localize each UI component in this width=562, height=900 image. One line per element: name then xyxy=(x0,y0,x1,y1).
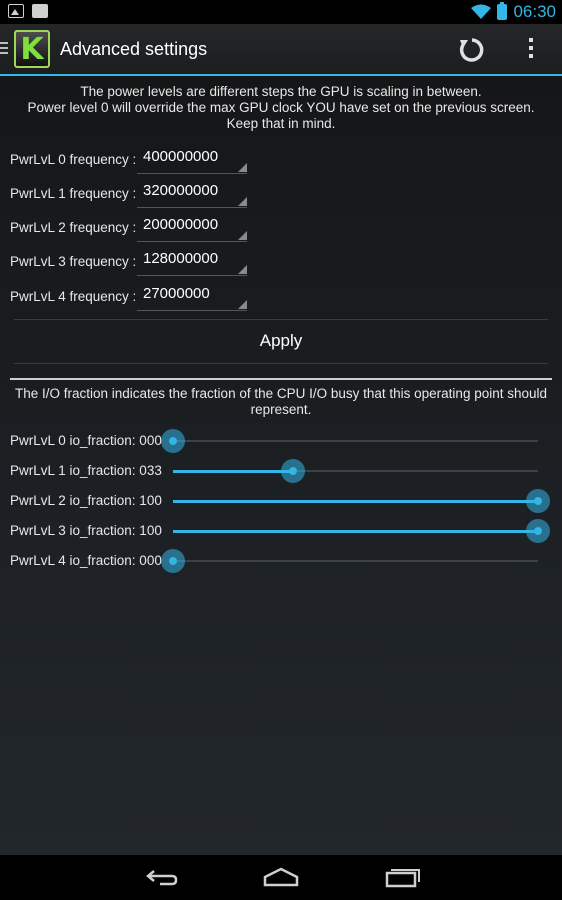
app-logo[interactable]: K xyxy=(14,30,50,68)
frequency-value: 320000000 xyxy=(143,182,219,199)
slider-thumb[interactable] xyxy=(526,489,550,513)
io-fraction-row: PwrLvL 4 io_fraction: 000 xyxy=(10,546,552,576)
apply-button[interactable]: Apply xyxy=(14,319,548,363)
slider-thumb[interactable] xyxy=(161,549,185,573)
io-fraction-description: The I/O fraction indicates the fraction … xyxy=(14,386,548,417)
frequency-input-2[interactable]: 200000000 xyxy=(137,214,247,242)
slider-fill xyxy=(173,529,538,533)
frequency-value: 27000000 xyxy=(143,285,210,302)
io-fraction-row: PwrLvL 0 io_fraction: 000 xyxy=(10,426,552,456)
frequency-value: 200000000 xyxy=(143,216,219,233)
io-fraction-slider-2[interactable] xyxy=(173,489,550,513)
io-fraction-row: PwrLvL 1 io_fraction: 033 xyxy=(10,456,552,486)
frequency-label: PwrLvL 0 frequency : xyxy=(10,152,137,167)
bag-icon xyxy=(32,4,48,18)
frequency-value: 400000000 xyxy=(143,148,219,165)
recent-apps-icon[interactable] xyxy=(382,863,422,891)
page-title: Advanced settings xyxy=(60,39,208,59)
io-fraction-label: PwrLvL 1 io_fraction: 033 xyxy=(10,463,162,478)
io-fraction-row: PwrLvL 2 io_fraction: 100 xyxy=(10,486,552,516)
io-fraction-slider-0[interactable] xyxy=(161,429,538,453)
io-fraction-slider-1[interactable] xyxy=(173,459,538,483)
divider xyxy=(14,363,548,364)
clock: 06:30 xyxy=(513,2,556,21)
power-levels-description: The power levels are different steps the… xyxy=(14,84,548,132)
action-bar: K Advanced settings xyxy=(0,24,562,74)
image-icon xyxy=(8,4,24,18)
frequency-label: PwrLvL 3 frequency : xyxy=(10,254,137,269)
io-fraction-label: PwrLvL 4 io_fraction: 000 xyxy=(10,553,162,568)
status-bar: 06:30 xyxy=(0,0,562,24)
io-fraction-row: PwrLvL 3 io_fraction: 100 xyxy=(10,516,552,546)
slider-fill xyxy=(173,499,538,503)
back-icon[interactable] xyxy=(142,863,182,891)
slider-fill xyxy=(173,469,294,473)
frequency-input-3[interactable]: 128000000 xyxy=(137,248,247,276)
io-fraction-label: PwrLvL 0 io_fraction: 000 xyxy=(10,433,162,448)
battery-icon xyxy=(497,2,508,20)
frequency-label: PwrLvL 1 frequency : xyxy=(10,186,137,201)
refresh-icon[interactable] xyxy=(458,36,486,64)
wifi-icon xyxy=(471,4,492,19)
power-levels-description-line1: The power levels are different steps the… xyxy=(80,84,482,99)
section-divider xyxy=(10,378,552,380)
frequency-input-4[interactable]: 27000000 xyxy=(137,283,247,311)
frequency-label: PwrLvL 4 frequency : xyxy=(10,289,137,304)
frequency-value: 128000000 xyxy=(143,250,219,267)
slider-thumb[interactable] xyxy=(526,519,550,543)
io-fraction-label: PwrLvL 2 io_fraction: 100 xyxy=(10,493,162,508)
settings-content[interactable]: The power levels are different steps the… xyxy=(0,76,562,855)
frequency-input-0[interactable]: 400000000 xyxy=(137,146,247,174)
overflow-menu-icon[interactable] xyxy=(524,38,538,62)
navigation-bar xyxy=(0,855,562,900)
slider-thumb[interactable] xyxy=(161,429,185,453)
home-icon[interactable] xyxy=(261,863,301,891)
io-fraction-label: PwrLvL 3 io_fraction: 100 xyxy=(10,523,162,538)
frequency-label: PwrLvL 2 frequency : xyxy=(10,220,137,235)
io-fraction-slider-4[interactable] xyxy=(161,549,538,573)
slider-thumb[interactable] xyxy=(281,459,306,483)
io-fraction-slider-3[interactable] xyxy=(173,519,550,543)
frequency-input-1[interactable]: 320000000 xyxy=(137,180,247,208)
power-levels-description-line2: Power level 0 will override the max GPU … xyxy=(27,100,535,131)
drawer-indicator-icon[interactable] xyxy=(0,42,8,57)
